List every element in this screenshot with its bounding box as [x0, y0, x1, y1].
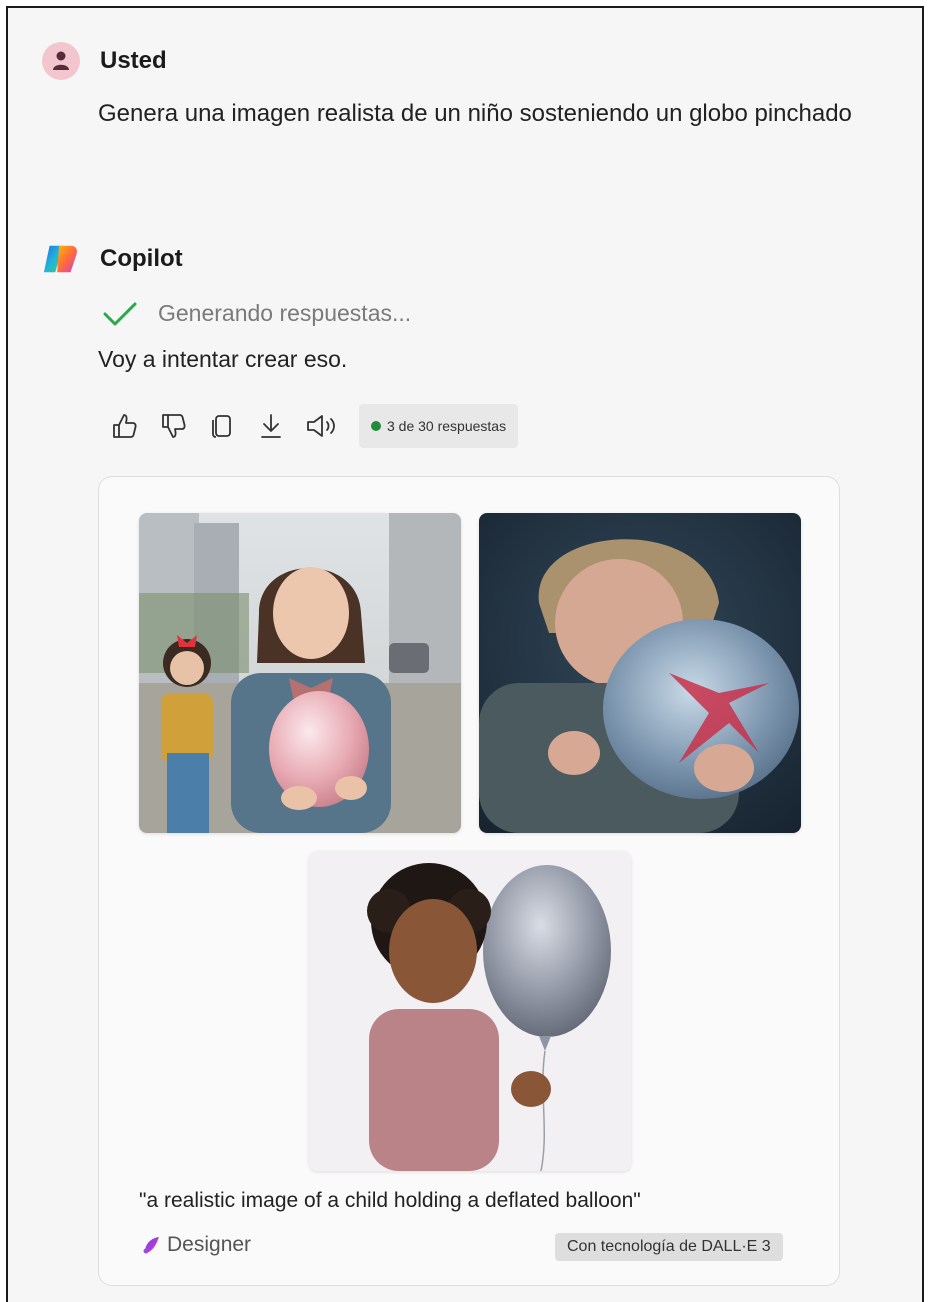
copilot-reply-text: Voy a intentar crear eso. — [98, 346, 348, 372]
user-message-text: Genera una imagen realista de un niño so… — [98, 100, 852, 127]
chat-panel: Usted Genera una imagen realista de un n… — [6, 6, 924, 1302]
generated-image-1[interactable] — [139, 513, 461, 833]
download-icon — [261, 414, 281, 438]
designer-link[interactable]: Designer — [141, 1233, 251, 1257]
checkmark-icon — [103, 302, 137, 325]
boy-deflated-balloon-image — [479, 513, 801, 833]
read-aloud-button[interactable] — [304, 409, 342, 443]
generated-image-2[interactable] — [479, 513, 801, 833]
designer-logo-icon — [143, 1237, 159, 1254]
child-street-balloon-image — [139, 513, 461, 833]
download-button[interactable] — [255, 409, 287, 443]
user-name: Usted — [100, 47, 167, 74]
thumbs-down-icon — [162, 414, 186, 438]
generating-status: Generando respuestas... — [102, 300, 411, 327]
response-counter-text: 3 de 30 respuestas — [387, 418, 507, 434]
copy-icon — [212, 415, 231, 438]
designer-label: Designer — [167, 1233, 252, 1256]
image-prompt-caption: "a realistic image of a child holding a … — [139, 1189, 641, 1212]
like-button[interactable] — [108, 409, 140, 443]
generated-image-3[interactable] — [309, 851, 631, 1171]
copy-button[interactable] — [206, 409, 238, 443]
speaker-icon — [307, 415, 335, 437]
copilot-avatar — [42, 240, 80, 278]
user-avatar — [42, 42, 80, 80]
response-actions: 3 de 30 respuestas — [108, 404, 519, 448]
girl-grey-balloon-image — [309, 851, 631, 1171]
copilot-name: Copilot — [100, 245, 183, 272]
thumbs-up-icon — [113, 414, 137, 438]
person-icon — [53, 51, 69, 70]
status-dot — [371, 421, 381, 431]
copilot-message-header: Copilot — [42, 240, 183, 278]
powered-by-badge: Con tecnología de DALL·E 3 — [555, 1233, 783, 1261]
status-text: Generando respuestas... — [158, 300, 412, 326]
copilot-logo-icon — [43, 245, 77, 273]
response-counter: 3 de 30 respuestas — [359, 404, 519, 448]
user-message-header: Usted — [42, 42, 167, 80]
dislike-button[interactable] — [157, 409, 189, 443]
image-results-card: "a realistic image of a child holding a … — [98, 476, 840, 1286]
